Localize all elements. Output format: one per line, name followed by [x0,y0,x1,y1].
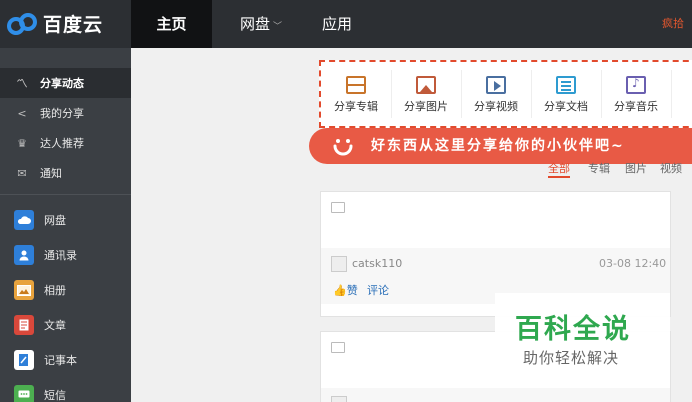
nav-netdisk-label: 网盘 [239,15,270,33]
share-icon: < [17,106,27,120]
avatar[interactable] [331,256,347,272]
sidebar-app-label: 文章 [44,319,66,332]
sidebar-app-article[interactable]: 文章 [0,309,131,341]
nav-home[interactable]: 主页 [131,0,212,48]
feed-time: 03-08 12:40 [599,257,667,270]
sidebar-app-netdisk[interactable]: 网盘 [0,204,131,236]
nav-apps-label: 应用 [321,15,352,33]
music-icon: ♪ [626,76,646,94]
sidebar-item-label: 通知 [40,167,62,180]
file-icon [331,342,345,353]
nav-netdisk[interactable]: 网盘 ﹀ [226,0,296,48]
mail-icon: ✉ [17,166,27,180]
document-icon [556,76,576,94]
sidebar-app-label: 短信 [44,389,66,402]
file-icon [331,202,345,213]
sidebar-item-label: 分享动态 [40,77,84,90]
video-icon [486,76,506,94]
sidebar-app-label: 相册 [44,284,66,297]
feed-card-content[interactable] [321,192,670,248]
sidebar-app-album[interactable]: 相册 [0,274,131,306]
top-bar: 百度云 主页 网盘 ﹀ 应用 疯拾 [0,0,692,48]
tab-album[interactable]: 专辑 [588,160,610,176]
sidebar-item-share-activity[interactable]: 〽 分享动态 [0,68,131,98]
like-label: 赞 [346,284,358,297]
cloud-icon [14,210,34,230]
baidu-cloud-logo-icon [7,12,37,35]
sidebar-item-label: 我的分享 [40,107,84,120]
sidebar-app-label: 通讯录 [44,249,77,262]
share-album-label: 分享专辑 [334,100,378,113]
sidebar-app-label: 记事本 [44,354,77,367]
album-icon [346,76,366,94]
photo-icon [14,280,34,300]
feed-card-meta: catsk110 03-08 12:40 [321,248,670,278]
logo[interactable]: 百度云 [6,10,103,37]
sidebar-app-contacts[interactable]: 通讯录 [0,239,131,271]
avatar[interactable] [331,396,347,402]
share-divider [671,70,672,118]
crown-icon: ♛ [17,136,27,150]
user-name[interactable]: 疯拾 [662,0,684,48]
sidebar: 〽 分享动态 < 我的分享 ♛ 达人推荐 ✉ 通知 网盘 通讯录 相册 文章 记… [0,48,131,402]
watermark: 百科全说 助你轻松解决 [495,293,670,376]
tab-all[interactable]: 全部 [548,160,570,178]
tab-image[interactable]: 图片 [625,160,647,176]
sidebar-item-label: 达人推荐 [40,137,84,150]
feed-card-meta [321,388,670,402]
sidebar-divider [0,194,131,195]
sms-icon [14,385,34,402]
banner-text: 好东西从这里分享给你的小伙伴吧~ [371,138,625,154]
activity-icon: 〽 [16,77,28,90]
thumbs-up-icon: 👍 [333,284,347,297]
share-image-label: 分享图片 [404,100,448,113]
share-album-button[interactable]: 分享专辑 [321,62,391,126]
share-tip-banner: 好东西从这里分享给你的小伙伴吧~ [309,128,692,164]
watermark-subtitle: 助你轻松解决 [523,349,620,367]
sidebar-app-label: 网盘 [44,214,66,227]
image-icon [416,76,436,94]
nav-apps[interactable]: 应用 [306,0,368,48]
contacts-icon [14,245,34,265]
feed-user-name[interactable]: catsk110 [352,257,402,270]
share-document-button[interactable]: 分享文档 [531,62,601,126]
sidebar-app-notepad[interactable]: 记事本 [0,344,131,376]
chevron-down-icon: ﹀ [273,22,283,32]
smile-icon [333,139,353,156]
like-button[interactable]: 👍赞 [333,282,358,298]
share-image-button[interactable]: 分享图片 [391,62,461,126]
share-music-label: 分享音乐 [614,100,658,113]
sidebar-item-notify[interactable]: ✉ 通知 [0,158,131,188]
sidebar-item-recommend[interactable]: ♛ 达人推荐 [0,128,131,158]
tab-video[interactable]: 视频 [660,160,682,176]
sidebar-item-my-share[interactable]: < 我的分享 [0,98,131,128]
share-video-button[interactable]: 分享视频 [461,62,531,126]
logo-text: 百度云 [43,14,104,36]
nav-home-label: 主页 [156,15,187,33]
share-music-button[interactable]: ♪ 分享音乐 [601,62,671,126]
watermark-title: 百科全说 [515,314,631,345]
article-icon [14,315,34,335]
share-video-label: 分享视频 [474,100,518,113]
notepad-icon [14,350,34,370]
share-toolbar: 分享专辑 分享图片 分享视频 分享文档 ♪ 分享音乐 [319,60,692,128]
share-document-label: 分享文档 [544,100,588,113]
sidebar-app-sms[interactable]: 短信 [0,379,131,402]
comment-button[interactable]: 评论 [367,282,389,298]
